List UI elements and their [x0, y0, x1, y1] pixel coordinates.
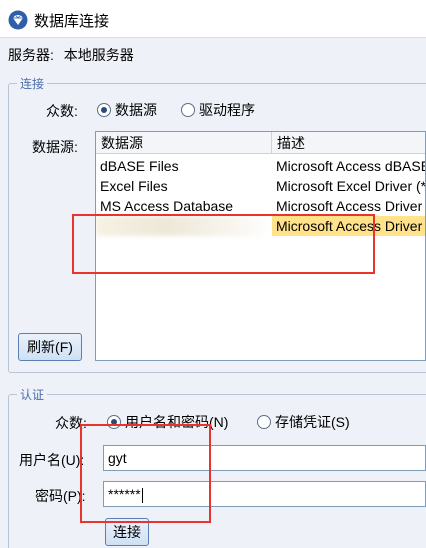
- table-row[interactable]: Excel Files Microsoft Excel Driver (*.xl…: [96, 176, 425, 196]
- cell-description: Microsoft Access dBASE Driver: [276, 158, 426, 174]
- radio-driver-label: 驱动程序: [199, 102, 255, 118]
- radio-driver-dot[interactable]: [181, 103, 195, 117]
- server-value: 本地服务器: [63, 47, 134, 63]
- title-bar: 数据库连接: [0, 0, 426, 38]
- connection-mode-label: 众数:: [46, 103, 78, 119]
- server-row: 服务器: 本地服务器: [8, 45, 134, 65]
- cell-description: Microsoft Excel Driver (*.xls): [276, 178, 426, 194]
- column-header-description[interactable]: 描述: [272, 132, 425, 154]
- radio-datasource[interactable]: 数据源: [97, 100, 157, 120]
- server-label: 服务器:: [8, 47, 54, 63]
- cell-datasource: MS Access Database: [100, 198, 234, 214]
- datasource-label: 数据源:: [32, 139, 78, 155]
- password-label: 密码(P):: [35, 488, 86, 504]
- username-label: 用户名(U):: [19, 452, 85, 468]
- radio-datasource-dot[interactable]: [97, 103, 111, 117]
- radio-stored-label: 存储凭证(S): [275, 414, 350, 430]
- radio-datasource-label: 数据源: [115, 102, 157, 118]
- cell-datasource: Excel Files: [100, 178, 168, 194]
- radio-driver[interactable]: 驱动程序: [181, 100, 255, 120]
- cell-description: Microsoft Access Driver (*.mdb): [276, 198, 425, 214]
- window-title: 数据库连接: [34, 13, 110, 30]
- annotation-box-datasource: [72, 214, 375, 274]
- radio-stored[interactable]: 存储凭证(S): [257, 412, 350, 432]
- auth-legend: 认证: [17, 386, 48, 403]
- column-header-datasource[interactable]: 数据源: [96, 132, 272, 154]
- cell-datasource: dBASE Files: [100, 158, 179, 174]
- table-header: 数据源 描述: [96, 132, 425, 154]
- table-row[interactable]: MS Access Database Microsoft Access Driv…: [96, 196, 425, 216]
- radio-stored-dot[interactable]: [257, 415, 271, 429]
- gem-icon: [8, 10, 28, 30]
- annotation-box-credentials: [80, 424, 211, 523]
- table-row[interactable]: dBASE Files Microsoft Access dBASE Drive…: [96, 156, 425, 176]
- refresh-button[interactable]: 刷新(F): [18, 333, 82, 361]
- connection-legend: 连接: [17, 75, 48, 92]
